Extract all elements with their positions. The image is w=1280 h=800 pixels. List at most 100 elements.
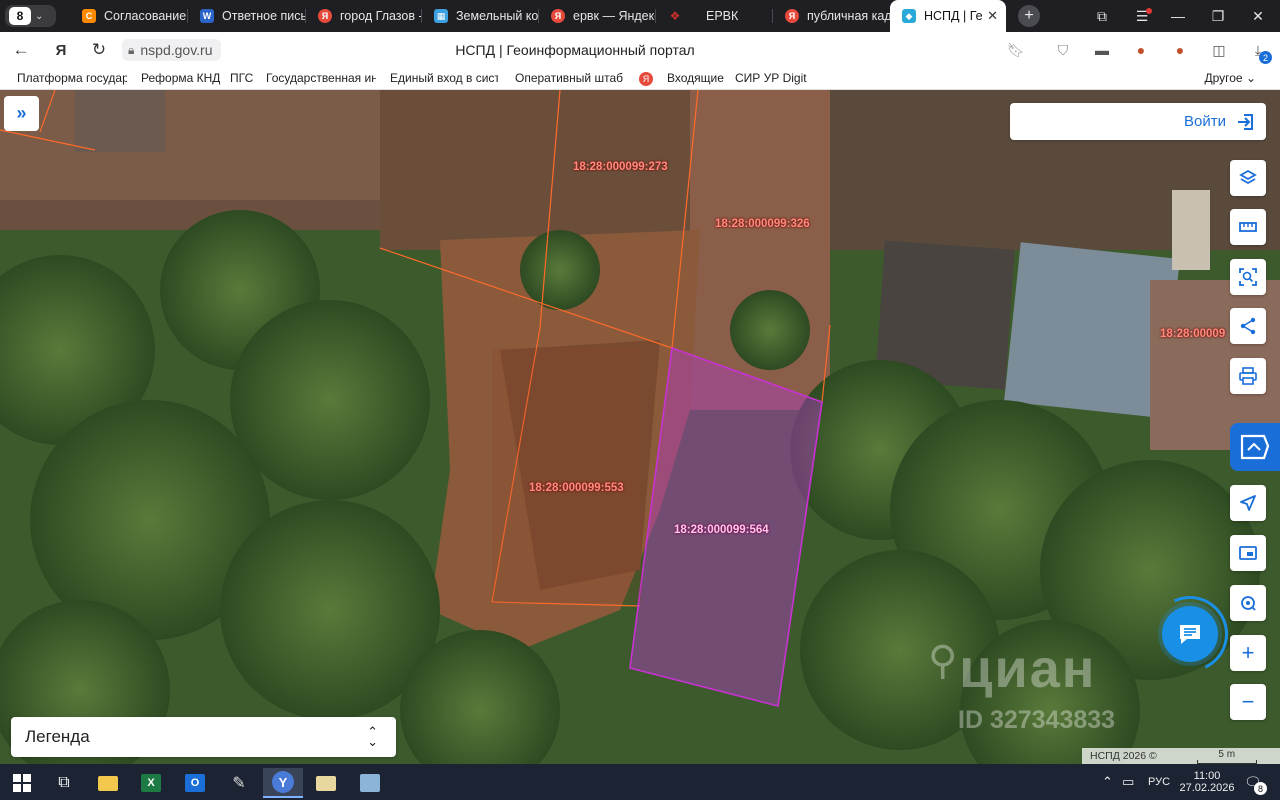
word-doc-icon: W xyxy=(200,9,214,23)
watermark-id: ID 327343833 xyxy=(958,706,1116,734)
geolocation-icon xyxy=(1241,596,1256,611)
tab-favicon-icon: ◆ xyxy=(902,9,916,23)
yandex-icon: Я xyxy=(785,9,799,23)
excel-icon[interactable]: X xyxy=(131,768,171,798)
tab-label: город Глазов - xyxy=(340,9,422,23)
start-button[interactable] xyxy=(2,768,42,798)
tray-expand-icon[interactable]: ⌃ xyxy=(1102,764,1113,800)
chevron-down-icon: ⌄ xyxy=(35,10,44,22)
tab-favicon-icon: ▦ xyxy=(434,9,448,23)
parcel-label[interactable]: 18:28:00009 xyxy=(1160,328,1225,340)
bookmarks-other-menu[interactable]: Другое ⌄ xyxy=(1204,71,1256,85)
minimize-button[interactable]: — xyxy=(1158,0,1198,32)
share-button[interactable] xyxy=(1230,308,1266,344)
side-panel-tab[interactable] xyxy=(1230,423,1280,471)
bookmark-item[interactable]: Единый вход в системы xyxy=(390,71,498,85)
bookmark-icon[interactable]: 🔖︎ xyxy=(1006,40,1026,60)
chat-button[interactable] xyxy=(1162,606,1218,662)
downloads-icon[interactable]: ⤓ 2 xyxy=(1248,40,1272,64)
bookmark-manager-icon[interactable]: ⧉ xyxy=(1082,0,1122,32)
layers-button[interactable] xyxy=(1230,160,1266,196)
print-icon xyxy=(1239,367,1257,385)
windows-logo-icon xyxy=(13,774,31,792)
tab-item[interactable]: Я публичная кадастровая xyxy=(773,0,890,32)
reload-button[interactable]: ↻ xyxy=(87,39,111,61)
url-text: nspd.gov.ru xyxy=(140,42,213,58)
plus-icon: + xyxy=(1241,640,1255,665)
extension-icon[interactable]: ● xyxy=(1131,40,1151,60)
language-indicator[interactable]: РУС xyxy=(1148,764,1170,800)
close-window-button[interactable]: ✕ xyxy=(1238,0,1278,32)
tab-item[interactable]: ▦ Земельный кодекс xyxy=(422,0,539,32)
zoom-in-button[interactable]: + xyxy=(1230,635,1266,671)
shield-icon[interactable]: ⛉ xyxy=(1053,40,1073,60)
outlook-icon[interactable]: O xyxy=(175,768,215,798)
tab-label: Ответное письмо xyxy=(222,9,306,23)
tab-label: ервк — Яндекс xyxy=(573,9,656,23)
bookmark-item[interactable]: Оперативный штаб xyxy=(515,71,623,85)
collections-icon[interactable]: ◫ xyxy=(1209,40,1229,60)
new-tab-button[interactable]: + xyxy=(1018,5,1040,27)
clock-time: 11:00 xyxy=(1193,770,1221,782)
extension-icon[interactable]: ● xyxy=(1170,40,1190,60)
bookmark-item[interactable]: Государственная информационная xyxy=(266,71,376,85)
browser-tab-bar: 8 ⌄ С Согласование W Ответное письмо Я г… xyxy=(0,0,1280,32)
basemap-button[interactable] xyxy=(1230,535,1266,571)
tab-item[interactable]: W Ответное письмо xyxy=(188,0,306,32)
parcel-label[interactable]: 18:28:000099:326 xyxy=(715,218,810,230)
parcel-label-selected[interactable]: 18:28:000099:564 xyxy=(674,524,769,536)
parcel-label[interactable]: 18:28:000099:553 xyxy=(529,482,624,494)
share-icon xyxy=(1240,317,1256,335)
tab-count: 8 xyxy=(9,7,31,25)
tab-label: публичная кадастровая xyxy=(807,9,890,23)
downloads-badge: 2 xyxy=(1259,51,1272,64)
bookmark-item[interactable]: СИР УР Digit xyxy=(735,71,807,85)
layers-icon xyxy=(1239,169,1257,185)
clock[interactable]: 11:00 27.02.2026 xyxy=(1178,764,1236,800)
bookmark-item[interactable]: Входящие xyxy=(667,71,724,85)
print-button[interactable] xyxy=(1230,358,1266,394)
network-icon[interactable]: ▭ xyxy=(1122,764,1134,800)
tab-counter-button[interactable]: 8 ⌄ xyxy=(5,5,56,27)
bookmark-item[interactable]: ПГС xyxy=(230,71,253,85)
bookmark-item[interactable]: Реформа КНД xyxy=(141,71,220,85)
yandex-browser-icon[interactable]: Y xyxy=(263,768,303,798)
navigation-arrow-icon xyxy=(1240,495,1256,511)
login-button[interactable]: Войти xyxy=(1010,103,1266,140)
clock-date: 27.02.2026 xyxy=(1179,782,1235,794)
yandex-home-icon[interactable]: Я xyxy=(49,39,73,61)
map-view[interactable]: 18:28:000099:273 18:28:000099:326 18:28:… xyxy=(0,90,1280,764)
cian-watermark: ⚲циан xyxy=(928,639,1097,699)
url-field[interactable]: 🔒︎ nspd.gov.ru xyxy=(122,39,221,61)
tab-item-active[interactable]: ◆ НСПД | Геоинформационный портал ✕ xyxy=(890,0,1006,32)
parcel-label[interactable]: 18:28:000099:273 xyxy=(573,161,668,173)
extension-icon[interactable]: ▬ xyxy=(1092,40,1112,60)
file-explorer-icon[interactable] xyxy=(88,768,128,798)
tab-item[interactable]: С Согласование xyxy=(70,0,188,32)
login-label: Войти xyxy=(1184,113,1226,130)
app-icon[interactable] xyxy=(306,768,346,798)
tab-label: Согласование xyxy=(104,9,187,23)
my-location-button[interactable] xyxy=(1230,485,1266,521)
app-icon[interactable] xyxy=(350,768,390,798)
tab-item[interactable]: Я город Глазов - xyxy=(306,0,422,32)
legend-dropdown[interactable]: Легенда ⌃ ⌄ xyxy=(11,717,396,757)
tab-item[interactable]: Я ервк — Яндекс xyxy=(539,0,656,32)
geolocate-button[interactable] xyxy=(1230,585,1266,621)
app-icon[interactable]: ✎ xyxy=(219,768,259,798)
notifications-icon[interactable]: 🗨︎ 8 xyxy=(1244,764,1267,800)
back-button[interactable]: ← xyxy=(9,39,33,61)
expand-panel-button[interactable]: » xyxy=(4,96,39,131)
menu-icon[interactable]: ☰ xyxy=(1122,0,1162,32)
restore-button[interactable]: ❐ xyxy=(1198,0,1238,32)
tab-item[interactable]: ❖ ЕРВК xyxy=(656,0,773,32)
bookmark-item[interactable]: Платформа государственных xyxy=(17,71,127,85)
login-icon xyxy=(1238,113,1253,130)
measure-button[interactable] xyxy=(1230,209,1266,245)
area-search-button[interactable] xyxy=(1230,259,1266,295)
chat-icon xyxy=(1180,625,1200,644)
picture-in-picture-icon xyxy=(1239,546,1257,560)
task-view-icon[interactable]: ⧉ xyxy=(44,768,84,798)
zoom-out-button[interactable]: − xyxy=(1230,684,1266,720)
close-tab-icon[interactable]: ✕ xyxy=(987,8,998,24)
